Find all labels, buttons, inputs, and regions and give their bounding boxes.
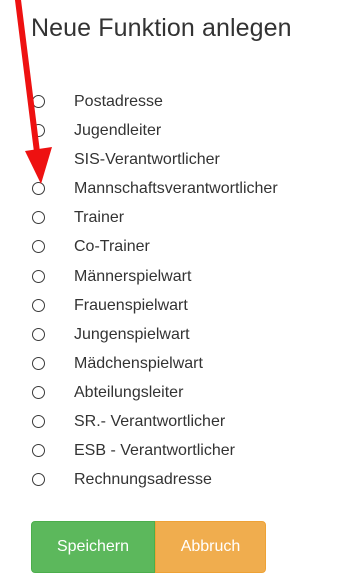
radio-option-rechnungsadresse[interactable]: Rechnungsadresse <box>0 469 342 498</box>
radio-option-maedchenspielwart[interactable]: Mädchenspielwart <box>0 353 342 382</box>
radio-label: Jugendleiter <box>74 122 162 140</box>
radio-button[interactable] <box>32 415 45 429</box>
radio-option-abteilungsleiter[interactable]: Abteilungsleiter <box>0 382 342 411</box>
radio-label: Postadresse <box>74 93 163 110</box>
radio-label: Co-Trainer <box>74 238 150 256</box>
radio-option-postadresse[interactable]: Postadresse <box>0 91 342 120</box>
radio-option-frauenspielwart[interactable]: Frauenspielwart <box>0 295 342 324</box>
radio-button[interactable] <box>32 356 45 370</box>
radio-button[interactable] <box>32 182 45 196</box>
radio-label: Männerspielwart <box>74 267 192 285</box>
radio-label: Rechnungsadresse <box>74 471 212 489</box>
radio-label: ESB - Verantwortlicher <box>74 442 235 460</box>
page-title: Neue Funktion anlegen <box>31 14 292 42</box>
radio-button[interactable] <box>32 240 45 254</box>
radio-label: Mädchenspielwart <box>74 354 203 372</box>
radio-option-co-trainer[interactable]: Co-Trainer <box>0 236 342 265</box>
radio-button[interactable] <box>32 124 45 138</box>
radio-button[interactable] <box>32 473 45 487</box>
radio-label: Mannschaftsverantwortlicher <box>74 180 278 198</box>
radio-label: Abteilungsleiter <box>74 383 184 401</box>
radio-button[interactable] <box>32 444 45 458</box>
radio-option-mannschaftsverantwortlicher[interactable]: Mannschaftsverantwortlicher <box>0 178 342 207</box>
cancel-button[interactable]: Abbruch <box>155 521 266 573</box>
radio-label: SR.- Verantwortlicher <box>74 413 226 431</box>
radio-option-sr-verantwortlicher[interactable]: SR.- Verantwortlicher <box>0 411 342 440</box>
radio-button[interactable] <box>32 327 45 341</box>
radio-button[interactable] <box>32 385 45 399</box>
form-actions: Speichern Abbruch <box>31 521 266 573</box>
radio-label: Frauenspielwart <box>74 296 188 314</box>
radio-button[interactable] <box>32 211 45 225</box>
radio-option-sis-verantwortlicher[interactable]: SIS-Verantwortlicher <box>0 149 342 178</box>
radio-option-trainer[interactable]: Trainer <box>0 207 342 236</box>
radio-option-esb-verantwortlicher[interactable]: ESB - Verantwortlicher <box>0 440 342 469</box>
radio-option-maennerspielwart[interactable]: Männerspielwart <box>0 266 342 295</box>
radio-button[interactable] <box>32 95 45 108</box>
radio-label: Trainer <box>74 209 125 227</box>
radio-button[interactable] <box>32 269 45 283</box>
radio-option-jungenspielwart[interactable]: Jungenspielwart <box>0 324 342 353</box>
function-radio-group: Postadresse Jugendleiter SIS-Verantwortl… <box>0 91 342 498</box>
save-button[interactable]: Speichern <box>31 521 155 573</box>
radio-option-jugendleiter[interactable]: Jugendleiter <box>0 120 342 149</box>
radio-label: SIS-Verantwortlicher <box>74 151 220 169</box>
radio-button[interactable] <box>32 153 45 167</box>
radio-label: Jungenspielwart <box>74 325 190 343</box>
radio-button[interactable] <box>32 298 45 312</box>
